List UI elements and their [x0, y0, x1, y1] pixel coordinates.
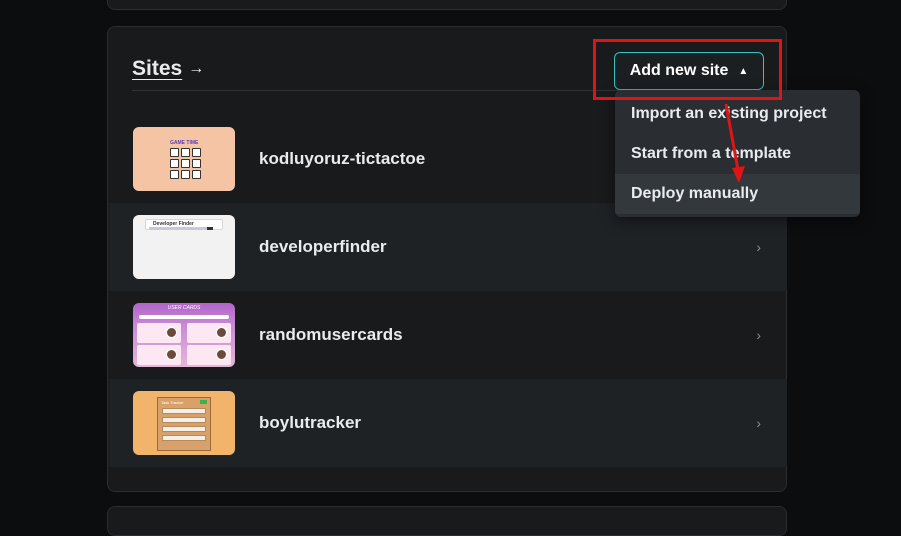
thumbnail-task: [162, 426, 206, 432]
site-name[interactable]: boylutracker: [259, 379, 361, 467]
site-name[interactable]: developerfinder: [259, 203, 387, 291]
site-name[interactable]: kodluyoruz-tictactoe: [259, 115, 425, 203]
site-thumbnail: USER CARDS: [133, 303, 235, 367]
menu-item-deploy-manually[interactable]: Deploy manually: [615, 174, 860, 214]
add-site-dropdown-menu: Import an existing project Start from a …: [615, 90, 860, 217]
arrow-right-icon: →: [188, 60, 205, 77]
thumbnail-add-button: [200, 400, 207, 404]
thumbnail-task: [162, 408, 206, 414]
sites-header[interactable]: Sites →: [132, 57, 204, 81]
thumbnail-search-button: [207, 227, 213, 230]
user-card-image: [137, 345, 181, 365]
previous-section-card: [107, 0, 787, 10]
thumbnail-title: Task Tracker: [161, 400, 184, 405]
site-thumbnail: Task Tracker: [133, 391, 235, 455]
thumbnail-search: [139, 315, 229, 319]
thumbnail-task: [162, 435, 206, 441]
thumbnail-task: [162, 417, 206, 423]
thumbnail-search: [149, 227, 207, 230]
next-section-card: [107, 506, 787, 536]
chevron-right-icon: ›: [756, 415, 761, 431]
annotation-highlight-box: [593, 39, 782, 100]
thumbnail-title: USER CARDS: [167, 305, 201, 311]
site-row-randomusercards[interactable]: USER CARDS randomusercards ›: [109, 291, 787, 379]
tictactoe-grid-image: [170, 148, 201, 179]
user-card-image: [187, 323, 231, 343]
sites-title-link[interactable]: Sites: [132, 57, 182, 81]
task-panel-image: Task Tracker: [157, 397, 211, 451]
user-card-image: [187, 345, 231, 365]
user-card-image: [137, 323, 181, 343]
site-name[interactable]: randomusercards: [259, 291, 403, 379]
site-thumbnail: GAME TIME: [133, 127, 235, 191]
site-thumbnail: Developer Finder: [133, 215, 235, 279]
menu-item-start-from-template[interactable]: Start from a template: [615, 134, 860, 174]
menu-item-import-existing-project[interactable]: Import an existing project: [615, 94, 860, 134]
chevron-right-icon: ›: [756, 327, 761, 343]
thumbnail-title: GAME TIME: [170, 140, 199, 146]
site-row-boylutracker[interactable]: Task Tracker boylutracker ›: [109, 379, 787, 467]
